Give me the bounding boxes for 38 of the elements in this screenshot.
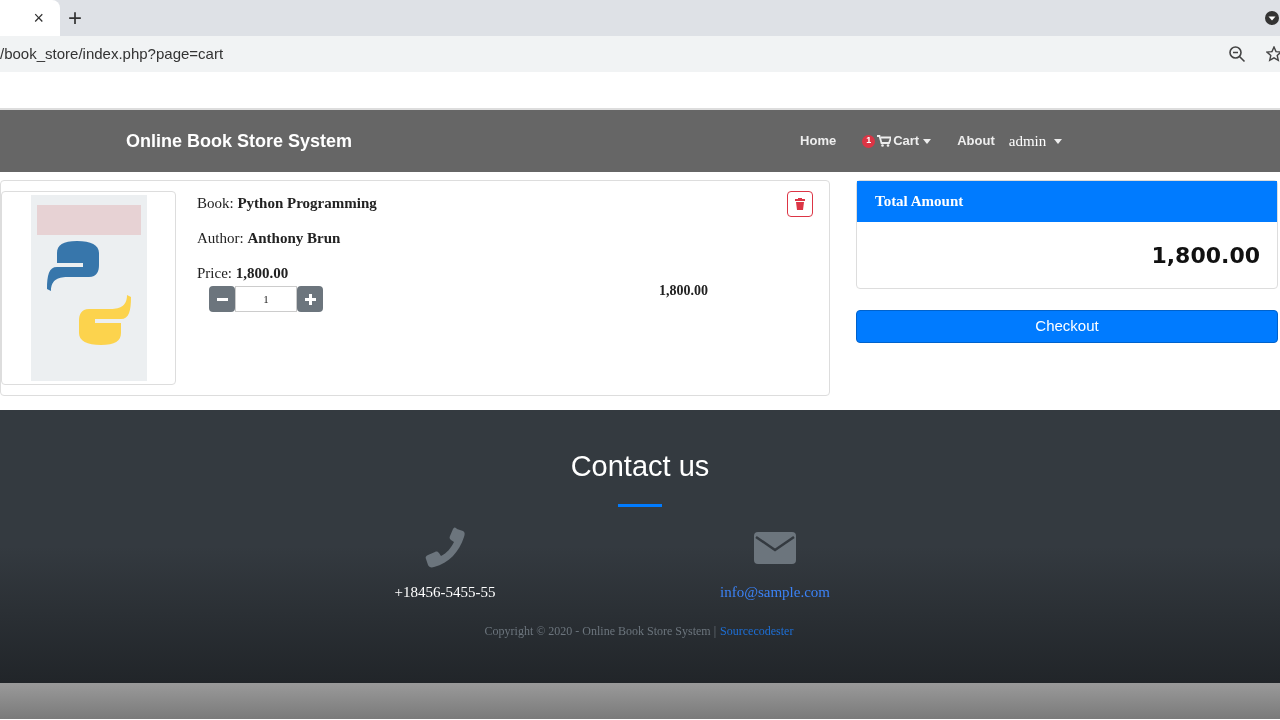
brand-title[interactable]: Online Book Store System	[126, 127, 353, 155]
delete-button[interactable]	[787, 191, 813, 217]
total-header: Total Amount	[857, 181, 1277, 222]
cart-count-badge: 1	[862, 134, 876, 148]
phone-icon	[424, 527, 466, 569]
subtotal-text: 1,800.00	[659, 282, 708, 300]
decrease-button[interactable]	[209, 286, 235, 312]
heading-underline	[618, 504, 662, 507]
minus-icon	[216, 297, 228, 301]
total-amount: 1,800.00	[1151, 241, 1260, 270]
caret-icon	[923, 138, 932, 144]
zoom-out-icon[interactable]	[1228, 45, 1246, 63]
caret-icon	[1054, 138, 1063, 144]
star-icon[interactable]	[1266, 46, 1280, 62]
nav-link[interactable]: About	[957, 131, 995, 151]
user-dropdown[interactable]: admin	[1008, 129, 1063, 153]
copyright-text: Copyright © 2020 - Online Book Store System |	[484, 622, 717, 640]
close-tab-button[interactable]: ×	[33, 4, 44, 32]
contact-heading: Contact us	[570, 449, 710, 484]
credit-link[interactable]: Sourcecodester	[720, 621, 794, 640]
book-title-text: Book: Python Programming	[197, 194, 377, 213]
trash-icon	[795, 198, 805, 210]
address-bar[interactable]: /book_store/index.php?page=cart	[0, 36, 1280, 72]
browser-tab[interactable]: ×	[0, 0, 60, 36]
url-text: /book_store/index.php?page=cart	[0, 43, 224, 64]
email-link[interactable]: info@sample.com	[719, 581, 830, 604]
checkout-button[interactable]: Checkout	[856, 310, 1278, 343]
plus-icon	[304, 293, 316, 305]
quantity-field[interactable]: 1	[235, 286, 297, 312]
dropdown-icon[interactable]	[1264, 10, 1280, 26]
increase-button[interactable]	[297, 286, 323, 312]
price-text: Price: 1,800.00	[197, 264, 290, 283]
cart-dropdown[interactable]: Cart	[877, 131, 932, 151]
nav-link[interactable]: Home	[800, 131, 837, 151]
author-text: Author: Anthony Brun	[197, 229, 342, 248]
cart-icon	[877, 135, 892, 147]
phone-number: +18456-5455-55	[394, 583, 496, 602]
new-tab-button[interactable]: +	[68, 6, 82, 30]
